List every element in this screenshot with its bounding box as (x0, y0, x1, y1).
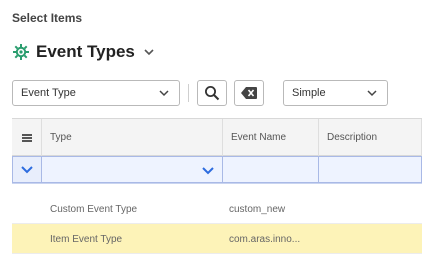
item-type-select-value: Event Type (21, 87, 76, 99)
chevron-down-icon (202, 167, 214, 175)
search-button[interactable] (197, 80, 227, 106)
chevron-down-icon (367, 90, 377, 97)
title-row[interactable]: Event Types (12, 40, 155, 64)
toolbar-divider (188, 84, 189, 102)
column-header-event-name[interactable]: Event Name (223, 119, 319, 156)
row-header-cell (12, 119, 42, 156)
grid-icon (21, 133, 32, 142)
clear-criteria-button[interactable] (234, 80, 264, 106)
chevron-down-icon[interactable] (143, 46, 155, 58)
clear-icon (241, 87, 257, 99)
chevron-down-icon (159, 90, 169, 97)
cell-event-name: custom_new (229, 203, 286, 215)
search-icon (205, 86, 220, 101)
filter-type-select[interactable] (42, 156, 223, 183)
filter-row-menu[interactable] (12, 156, 42, 183)
gear-network-icon (13, 44, 29, 60)
filter-description-input[interactable] (319, 156, 422, 183)
cell-type: Custom Event Type (50, 203, 138, 215)
filter-row (12, 156, 422, 184)
search-mode-select[interactable]: Simple (283, 80, 388, 106)
table-row[interactable]: Custom Event Type custom_new (12, 194, 422, 224)
page-heading: Select Items (12, 11, 83, 25)
grid-header: Type Event Name Description (12, 118, 422, 156)
filter-event-name-input[interactable] (223, 156, 319, 183)
item-type-select[interactable]: Event Type (12, 80, 180, 106)
search-mode-select-value: Simple (292, 87, 326, 99)
column-header-type[interactable]: Type (42, 119, 223, 156)
column-header-description[interactable]: Description (319, 119, 422, 156)
chevron-down-icon (21, 165, 33, 173)
page-title: Event Types (36, 42, 135, 61)
